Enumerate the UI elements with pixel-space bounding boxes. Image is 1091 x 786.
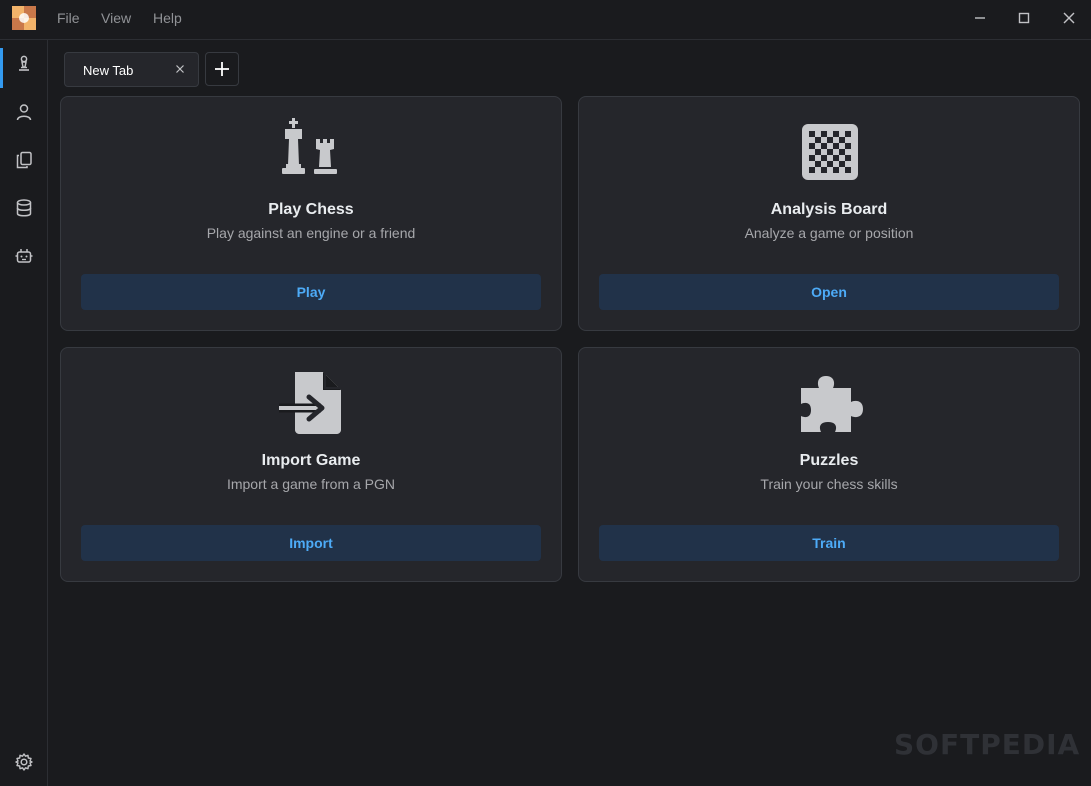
close-icon: [1063, 12, 1075, 24]
maximize-icon: [1018, 12, 1030, 24]
minimize-button[interactable]: [958, 5, 1002, 31]
chess-pieces-icon: [282, 118, 337, 174]
close-icon: [176, 65, 184, 73]
sidebar-item-settings[interactable]: [0, 742, 47, 782]
menu-view[interactable]: View: [101, 10, 131, 26]
sidebar: [0, 40, 48, 786]
train-button[interactable]: Train: [599, 525, 1059, 561]
sidebar-item-engines[interactable]: [0, 236, 47, 276]
card-analysis-board: Analysis Board Analyze a game or positio…: [578, 96, 1080, 331]
robot-icon: [15, 249, 32, 263]
user-icon: [16, 104, 31, 121]
tab-label: New Tab: [83, 63, 134, 78]
sidebar-item-databases[interactable]: [0, 188, 47, 228]
card-title: Puzzles: [799, 452, 859, 469]
play-button[interactable]: Play: [81, 274, 541, 310]
menu-file[interactable]: File: [57, 10, 80, 26]
maximize-button[interactable]: [1002, 5, 1046, 31]
chessboard-icon: [802, 124, 858, 180]
import-button[interactable]: Import: [81, 525, 541, 561]
card-description: Analyze a game or position: [744, 225, 914, 241]
card-description: Import a game from a PGN: [226, 476, 396, 492]
card-puzzles: Puzzles Train your chess skills Train: [578, 347, 1080, 582]
tab-close-button[interactable]: [173, 62, 187, 76]
title-bar: File View Help: [0, 0, 1091, 40]
sidebar-item-files[interactable]: [0, 140, 47, 180]
add-tab-button[interactable]: [205, 52, 239, 86]
pawn-icon: [18, 55, 29, 71]
sidebar-item-accounts[interactable]: [0, 92, 47, 132]
card-description: Play against an engine or a friend: [206, 225, 416, 241]
card-title: Play Chess: [268, 201, 354, 218]
card-title: Import Game: [261, 452, 361, 469]
sidebar-item-play[interactable]: [0, 44, 47, 88]
watermark: SOFTPEDIA: [894, 728, 1081, 761]
card-import-game: Import Game Import a game from a PGN Imp…: [60, 347, 562, 582]
file-import-icon: [279, 372, 341, 434]
card-title: Analysis Board: [770, 201, 888, 218]
tab-new-tab[interactable]: New Tab: [64, 52, 199, 87]
database-icon: [16, 199, 31, 217]
files-icon: [16, 151, 32, 169]
card-description: Train your chess skills: [760, 476, 898, 492]
minimize-icon: [975, 17, 985, 19]
close-window-button[interactable]: [1047, 5, 1091, 31]
puzzle-icon: [801, 376, 863, 432]
app-logo-icon: [12, 6, 36, 30]
plus-icon: [215, 62, 229, 76]
gear-icon: [14, 753, 33, 771]
open-button[interactable]: Open: [599, 274, 1059, 310]
card-play-chess: Play Chess Play against an engine or a f…: [60, 96, 562, 331]
menu-help[interactable]: Help: [153, 10, 182, 26]
